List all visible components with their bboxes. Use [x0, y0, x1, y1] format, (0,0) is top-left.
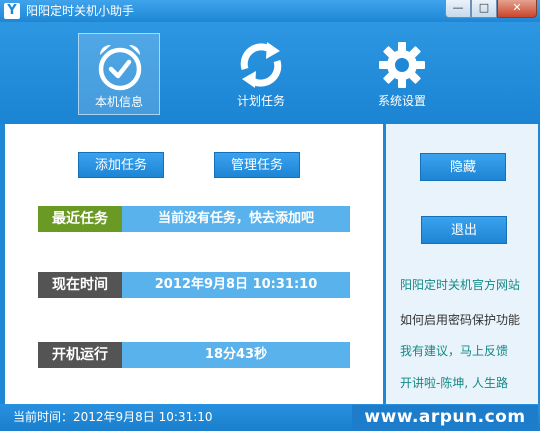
nav-item-scheduled-tasks[interactable]: 计划任务 [220, 33, 302, 115]
side-panel: 隐藏 退出 阳阳定时关机官方网站 如何启用密码保护功能 我有建议，马上反馈 开讲… [386, 124, 538, 404]
top-nav: 本机信息 计划任务 系统设置 [0, 22, 540, 124]
recent-task-row: 最近任务 当前没有任务，快去添加吧 [38, 206, 350, 232]
main-panel: 添加任务 管理任务 最近任务 当前没有任务，快去添加吧 现在时间 2012年9月… [5, 124, 383, 404]
uptime-value: 18分43秒 [204, 347, 268, 362]
site-watermark: www.arpun.com [352, 405, 538, 429]
nav-item-label: 系统设置 [377, 94, 426, 108]
exit-button[interactable]: 退出 [421, 216, 507, 244]
recent-task-value: 当前没有任务，快去添加吧 [157, 211, 314, 226]
feedback-link[interactable]: 我有建议，马上反馈 [400, 343, 508, 359]
hide-button[interactable]: 隐藏 [420, 153, 506, 181]
nav-item-label: 计划任务 [236, 94, 285, 108]
manage-tasks-button[interactable]: 管理任务 [214, 152, 300, 178]
maximize-button[interactable]: □ [471, 0, 497, 18]
app-logo-icon: Y [4, 3, 20, 19]
refresh-arrows-icon [240, 42, 282, 88]
uptime-label: 开机运行 [38, 342, 122, 368]
window-title: 阳阳定时关机小助手 [26, 4, 135, 18]
nav-item-system-settings[interactable]: 系统设置 [361, 33, 443, 115]
add-task-button[interactable]: 添加任务 [78, 152, 164, 178]
alarm-clock-icon [98, 44, 142, 91]
recent-task-label: 最近任务 [38, 206, 122, 232]
title-bar[interactable]: Y 阳阳定时关机小助手 — □ ✕ [0, 0, 540, 22]
current-time-value: 2012年9月8日 10:31:10 [154, 277, 318, 292]
current-time-row: 现在时间 2012年9月8日 10:31:10 [38, 272, 350, 298]
app-window: Y 阳阳定时关机小助手 — □ ✕ 本机信息 计划任务 系统设置 添加任务 管理… [0, 0, 540, 431]
status-current-time: 当前时间：2012年9月8日 10:31:10 [13, 410, 213, 424]
gear-icon [379, 42, 425, 88]
close-button[interactable]: ✕ [497, 0, 537, 18]
uptime-row: 开机运行 18分43秒 [38, 342, 350, 368]
official-website-link[interactable]: 阳阳定时关机官方网站 [400, 277, 520, 293]
minimize-button[interactable]: — [445, 0, 471, 18]
nav-item-machine-info[interactable]: 本机信息 [78, 33, 160, 115]
promo-link[interactable]: 开讲啦-陈坤, 人生路 [400, 375, 508, 391]
nav-item-label: 本机信息 [94, 95, 143, 109]
current-time-label: 现在时间 [38, 272, 122, 298]
password-protection-help-link[interactable]: 如何启用密码保护功能 [400, 312, 520, 328]
